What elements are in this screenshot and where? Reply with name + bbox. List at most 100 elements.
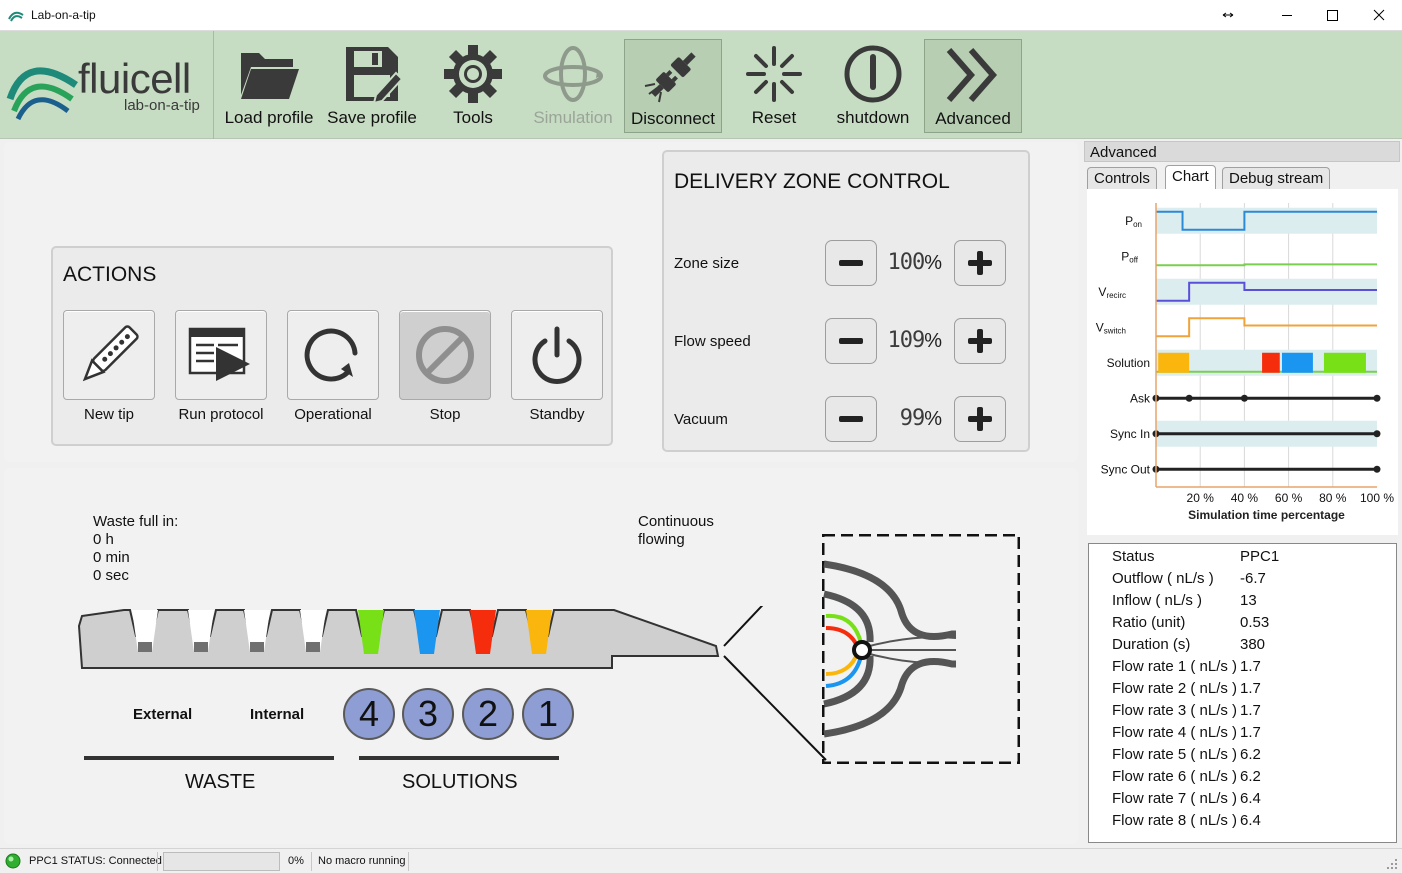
- folder-icon: [241, 53, 299, 99]
- plus-icon: [968, 251, 992, 275]
- tab-debug-stream[interactable]: Debug stream: [1222, 167, 1331, 189]
- status-row-value: 0.53: [1240, 614, 1270, 631]
- chart-x-tick-label: 60 %: [1275, 491, 1303, 505]
- load-profile-label: Load profile: [224, 108, 314, 127]
- tab-controls[interactable]: Controls: [1087, 167, 1157, 189]
- double-chevron-right-icon: [946, 48, 997, 102]
- resize-grip-icon[interactable]: [1385, 857, 1399, 871]
- reset-button[interactable]: Reset: [725, 39, 823, 133]
- simulation-button[interactable]: Simulation: [524, 39, 622, 133]
- progress-bar: [163, 852, 280, 871]
- status-row-label: Flow rate 2 ( nL/s ): [1112, 680, 1238, 697]
- toolbar: fluicell lab-on-a-tip Load profile Save …: [0, 31, 1402, 139]
- operational-button[interactable]: [287, 310, 379, 400]
- maximize-button[interactable]: [1310, 0, 1356, 31]
- chart-event-marker: [1373, 430, 1381, 438]
- chart-row-label: Solution: [1107, 356, 1150, 370]
- flow-speed-decrease-button[interactable]: [825, 318, 877, 364]
- advanced-button[interactable]: Advanced: [924, 39, 1022, 133]
- waste-full-title: Waste full in:: [93, 513, 179, 530]
- flow-speed-number: 109: [887, 328, 925, 353]
- status-row-label: Outflow ( nL/s ): [1112, 570, 1214, 587]
- flow-speed-increase-button[interactable]: [954, 318, 1006, 364]
- load-profile-button[interactable]: Load profile: [220, 39, 318, 133]
- waste-seconds: 0 sec: [93, 567, 129, 584]
- chart-row-label: Pon: [1125, 214, 1142, 229]
- chart-x-axis-label: Simulation time percentage: [1188, 508, 1345, 522]
- chart-event-marker: [1373, 465, 1381, 473]
- status-row-value: 1.7: [1240, 702, 1261, 719]
- stop-label: Stop: [429, 406, 461, 423]
- delivery-zone-group: DELIVERY ZONE CONTROL Zone size 100% Flo…: [662, 150, 1030, 452]
- plug-disconnect-icon: [644, 52, 696, 103]
- zone-size-number: 100: [887, 250, 925, 275]
- vacuum-value: 99%: [878, 406, 942, 431]
- chart-event-marker: [1373, 394, 1381, 402]
- simulation-chart-svg: Pon Poff Vrecirc Vswitch Solution Ask Sync In S…: [1096, 203, 1394, 522]
- stop-prohibit-icon: [416, 326, 474, 384]
- vacuum-unit: %: [924, 408, 942, 430]
- plus-icon: [968, 407, 992, 431]
- well-1-button[interactable]: 1: [522, 688, 574, 740]
- pipette-tip-icon: [82, 325, 139, 382]
- tab-chart[interactable]: Chart: [1165, 165, 1216, 190]
- waste-hours: 0 h: [93, 531, 114, 548]
- connection-led-icon: [5, 853, 21, 869]
- status-row-value: -6.7: [1240, 570, 1266, 587]
- close-button[interactable]: [1356, 0, 1402, 31]
- well-2-button[interactable]: 2: [462, 688, 514, 740]
- stop-button[interactable]: [399, 310, 491, 400]
- vacuum-number: 99: [899, 406, 925, 431]
- advanced-dock-title: Advanced: [1084, 141, 1400, 162]
- status-row-label: Flow rate 5 ( nL/s ): [1112, 746, 1238, 763]
- logo-tagline: lab-on-a-tip: [124, 97, 200, 114]
- chart-row-label: Sync Out: [1101, 462, 1151, 476]
- chart-x-tick-label: 80 %: [1319, 491, 1347, 505]
- simulation-orbit-icon: [543, 46, 603, 102]
- flow-speed-unit: %: [924, 330, 942, 352]
- restore-arrows-icon[interactable]: [1205, 0, 1251, 31]
- actions-group: ACTIONS New tip Run protocol Operational…: [51, 246, 613, 446]
- minus-icon: [839, 416, 863, 422]
- logo-brand: fluicell: [78, 55, 191, 102]
- save-profile-button[interactable]: Save profile: [323, 39, 421, 133]
- chart-x-tick-label: 100 %: [1360, 491, 1394, 505]
- zone-size-increase-button[interactable]: [954, 240, 1006, 286]
- run-protocol-button[interactable]: [175, 310, 267, 400]
- status-row-value: 1.7: [1240, 724, 1261, 741]
- status-row-label: Flow rate 7 ( nL/s ): [1112, 790, 1238, 807]
- zone-size-label: Zone size: [674, 255, 740, 272]
- tools-button[interactable]: Tools: [424, 39, 522, 133]
- zone-size-decrease-button[interactable]: [825, 240, 877, 286]
- chart-solution-block: [1158, 352, 1190, 373]
- vacuum-label: Vacuum: [674, 411, 728, 428]
- standby-button[interactable]: [511, 310, 603, 400]
- macro-status: No macro running: [318, 855, 406, 867]
- status-row-value: 380: [1240, 636, 1266, 653]
- shutdown-button[interactable]: shutdown: [824, 39, 922, 133]
- status-bar: PPC1 STATUS: Connected 0% No macro runni…: [0, 848, 1402, 873]
- standby-power-icon: [532, 326, 582, 384]
- refresh-circle-icon: [304, 328, 358, 382]
- tools-label: Tools: [453, 108, 493, 127]
- vacuum-decrease-button[interactable]: [825, 396, 877, 442]
- well-3-button[interactable]: 3: [402, 688, 454, 740]
- plus-icon: [968, 329, 992, 353]
- chart-row-label: Poff: [1121, 249, 1139, 264]
- waste-divider: [84, 756, 334, 760]
- status-row-value: 1.7: [1240, 658, 1261, 675]
- run-protocol-icon: [188, 327, 250, 381]
- status-row-value: 1.7: [1240, 680, 1261, 697]
- chart-event-marker: [1240, 394, 1248, 402]
- disconnect-button[interactable]: Disconnect: [624, 39, 722, 133]
- vacuum-increase-button[interactable]: [954, 396, 1006, 442]
- status-row-label: Duration (s): [1112, 636, 1191, 653]
- chart-solution-block: [1323, 352, 1366, 373]
- chart-x-tick-label: 40 %: [1231, 491, 1259, 505]
- minimize-button[interactable]: [1264, 0, 1310, 31]
- well-4-button[interactable]: 4: [343, 688, 395, 740]
- floppy-save-icon: [346, 47, 404, 105]
- window-title: Lab-on-a-tip: [31, 8, 96, 22]
- new-tip-button[interactable]: [63, 310, 155, 400]
- status-row-value: PPC1: [1240, 548, 1280, 565]
